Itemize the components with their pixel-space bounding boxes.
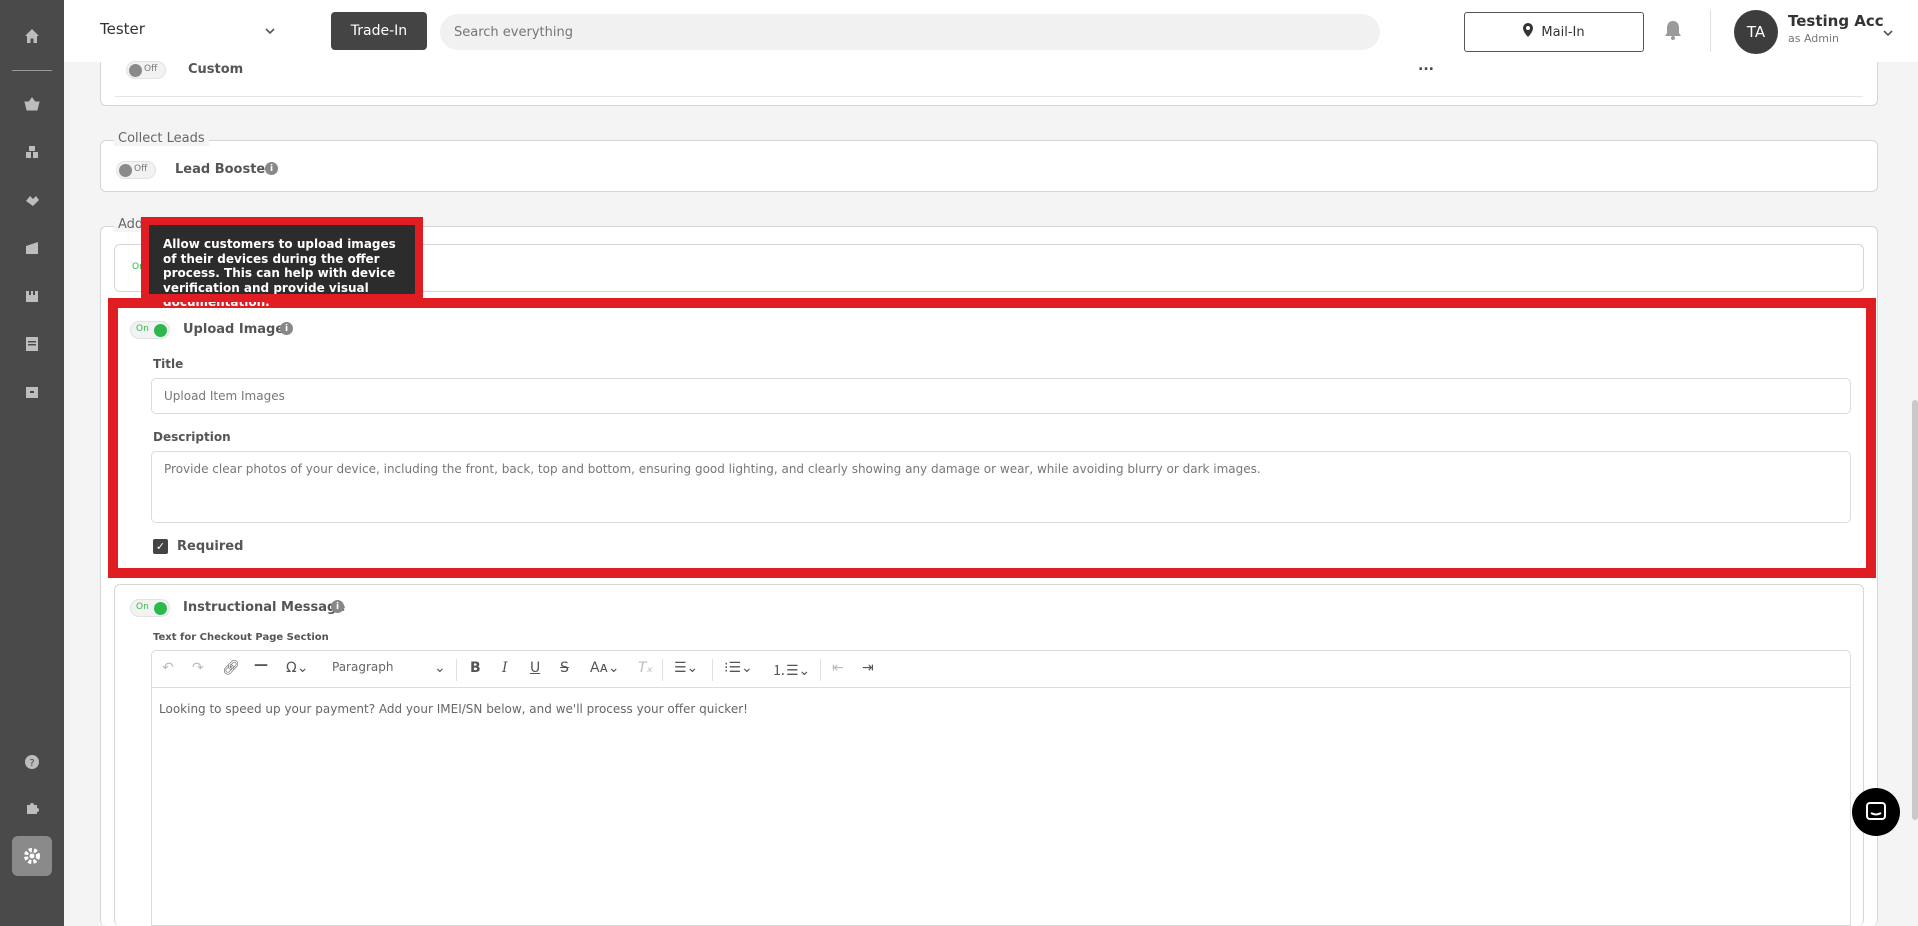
custom-toggle[interactable]: Off [126,61,166,79]
sidebar: ? [0,0,64,926]
custom-label: Custom [188,62,244,77]
bullet-list-icon[interactable]: ⁝☰⌄ [724,660,753,676]
more-options-icon[interactable]: ... [1418,58,1434,74]
toolbar-divider [820,659,821,681]
help-icon[interactable]: ? [22,752,42,772]
bell-icon[interactable] [1664,20,1682,44]
font-size-icon[interactable]: Aᴀ⌄ [590,660,620,676]
rich-text-editor[interactable]: Looking to speed up your payment? Add yo… [151,688,1851,926]
undo-icon[interactable]: ↶ [162,660,174,676]
horizontal-line-icon[interactable]: — [254,657,268,673]
toolbar-divider [662,659,663,681]
chevron-down-icon[interactable] [264,22,276,41]
info-icon[interactable]: i [265,162,278,175]
first-toggle-state[interactable]: On [132,262,145,272]
indent-icon[interactable]: ⇥ [862,660,874,676]
header-divider [1710,10,1711,52]
toggle-knob [154,602,167,615]
toggle-state: Off [134,164,148,174]
chevron-down-icon[interactable] [1882,24,1894,43]
toggle-knob [129,64,142,77]
toggle-knob [119,164,132,177]
clear-format-icon[interactable]: Tₓ [638,660,653,676]
info-icon[interactable]: i [331,600,344,613]
additional-legend: Addi [114,217,151,232]
editor-toolbar: ↶ ↷ 🔗︎ — Ω⌄ Paragraph ⌄ B I U S Aᴀ⌄ Tₓ ☰… [151,650,1851,688]
instructional-label: Instructional Message [183,600,346,615]
toolbar-divider [456,659,457,681]
instructional-toggle[interactable]: On [130,599,170,617]
link-icon[interactable]: 🔗︎ [222,660,240,676]
tenant-selector[interactable]: Tester [100,20,145,38]
toolbar-divider [712,659,713,681]
special-char-icon[interactable]: Ω⌄ [286,660,308,676]
strikethrough-icon[interactable]: S [560,660,569,676]
user-role: as Admin [1788,32,1840,45]
outdent-icon[interactable]: ⇤ [832,660,844,676]
search-input[interactable] [440,14,1380,50]
trade-in-button[interactable]: Trade-In [331,12,427,50]
home-icon[interactable] [22,26,42,46]
location-pin-icon [1523,23,1534,41]
underline-icon[interactable]: U [530,660,540,676]
lead-booster-label: Lead Booster [175,162,272,177]
collect-leads-panel [100,140,1878,192]
basket-icon[interactable] [22,94,42,114]
numbered-list-icon[interactable]: ⒈☰⌄ [772,660,810,680]
inventory-icon[interactable] [22,142,42,162]
sidebar-divider [12,70,52,71]
redo-icon[interactable]: ↷ [192,660,204,676]
checkout-section-label: Text for Checkout Page Section [153,632,329,643]
settings-gear-icon[interactable] [12,836,52,876]
svg-text:?: ? [29,758,34,769]
scrollbar[interactable] [1912,400,1918,820]
top-bar: Tester Trade-In Mail-In TA Testing Acc a… [64,0,1918,62]
chat-launcher-icon[interactable] [1852,788,1900,836]
collect-leads-legend: Collect Leads [114,131,209,146]
italic-icon[interactable]: I [502,660,508,676]
mail-in-button[interactable]: Mail-In [1464,12,1644,52]
align-icon[interactable]: ☰⌄ [674,660,698,676]
toggle-state: On [136,602,149,612]
handshake-icon[interactable] [22,190,42,210]
store-icon[interactable] [22,238,42,258]
user-name[interactable]: Testing Acc [1788,12,1884,30]
building-icon[interactable] [22,286,42,306]
bold-icon[interactable]: B [470,660,481,676]
avatar[interactable]: TA [1734,10,1778,54]
archive-icon[interactable] [22,382,42,402]
puzzle-icon[interactable] [22,798,42,818]
divider [115,96,1863,97]
custom-panel [100,62,1878,106]
lead-booster-toggle[interactable]: Off [116,161,156,179]
highlight-box [108,298,1876,578]
paragraph-select[interactable]: Paragraph [332,660,393,674]
toggle-state: Off [144,64,158,74]
upload-image-tooltip: Allow customers to upload images of thei… [141,217,423,309]
mail-in-label: Mail-In [1541,24,1585,40]
document-icon[interactable] [22,334,42,354]
chevron-down-icon[interactable]: ⌄ [434,660,446,676]
